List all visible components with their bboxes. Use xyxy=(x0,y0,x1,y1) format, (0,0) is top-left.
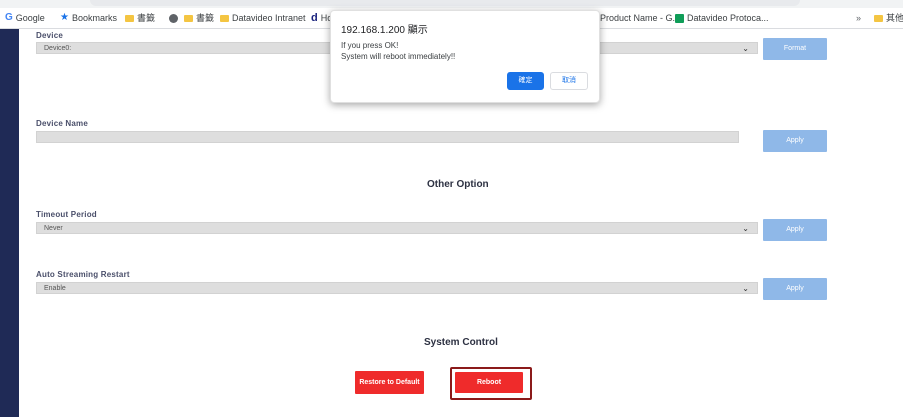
sheets-icon xyxy=(675,13,684,23)
chevron-down-icon: ⌄ xyxy=(742,44,749,53)
sidebar xyxy=(0,29,19,417)
device-name-apply-button[interactable]: Apply xyxy=(763,130,827,152)
format-button[interactable]: Format xyxy=(763,38,827,60)
globe-icon xyxy=(169,13,178,23)
timeout-apply-button[interactable]: Apply xyxy=(763,219,827,241)
folder-icon xyxy=(874,14,883,22)
google-icon: G xyxy=(5,12,13,23)
system-control-title: System Control xyxy=(424,337,498,348)
chevron-down-icon: ⌄ xyxy=(742,284,749,293)
star-icon: ★ xyxy=(60,12,69,23)
restore-default-button[interactable]: Restore to Default xyxy=(355,371,424,394)
bookmark-intranet[interactable]: Datavideo Intranet xyxy=(220,12,306,24)
folder-icon xyxy=(184,14,193,22)
d-logo-icon: d xyxy=(311,12,318,24)
bookmarks-overflow[interactable]: » xyxy=(856,12,861,24)
chevron-down-icon: ⌄ xyxy=(742,224,749,233)
dialog-message: If you press OK! System will reboot imme… xyxy=(341,40,455,62)
device-name-input[interactable] xyxy=(36,131,739,143)
streaming-select[interactable]: Enable ⌄ xyxy=(36,282,758,294)
dialog-cancel-button[interactable]: 取消 xyxy=(550,72,588,90)
other-option-title: Other Option xyxy=(427,179,489,190)
bookmark-product-name[interactable]: Product Name - G... xyxy=(600,12,680,24)
bookmark-other[interactable]: 其他 xyxy=(874,12,903,24)
bookmark-protocol[interactable]: Datavideo Protoca... xyxy=(675,12,769,24)
reboot-button[interactable]: Reboot xyxy=(455,372,523,393)
folder-icon xyxy=(125,14,134,22)
bookmark-bookmarks[interactable]: ★ Bookmarks xyxy=(60,12,117,24)
dialog-ok-button[interactable]: 確定 xyxy=(507,72,544,90)
folder-icon xyxy=(220,14,229,22)
device-name-label: Device Name xyxy=(36,119,89,128)
timeout-select[interactable]: Never ⌄ xyxy=(36,222,758,234)
bookmark-folder-1[interactable]: 書籤 xyxy=(125,12,155,24)
timeout-label: Timeout Period xyxy=(36,210,97,219)
dialog-line-1: If you press OK! xyxy=(341,41,399,50)
streaming-apply-button[interactable]: Apply xyxy=(763,278,827,300)
streaming-label: Auto Streaming Restart xyxy=(36,270,130,279)
bookmark-globe[interactable] xyxy=(169,12,178,24)
device-label: Device xyxy=(36,31,63,40)
bookmark-google[interactable]: G Google xyxy=(5,12,45,24)
confirm-dialog: 192.168.1.200 顯示 If you press OK! System… xyxy=(330,10,600,103)
address-bar[interactable] xyxy=(90,0,800,6)
dialog-line-2: System will reboot immediately!! xyxy=(341,52,456,61)
dialog-title: 192.168.1.200 顯示 xyxy=(341,25,428,36)
bookmark-folder-2[interactable]: 書籤 xyxy=(184,12,214,24)
tab-strip xyxy=(0,0,903,8)
